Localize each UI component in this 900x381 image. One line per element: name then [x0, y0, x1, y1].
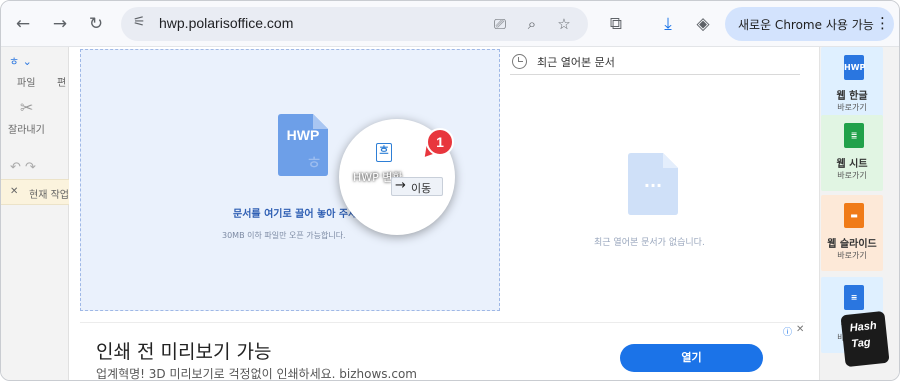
app-logo-icon: ㅎ ⌄	[9, 55, 32, 68]
zoom-icon[interactable]: ⌕	[521, 13, 543, 35]
chrome-update-label: 새로운 Chrome 사용 가능	[738, 18, 874, 32]
bookmark-star-icon[interactable]: ☆	[553, 13, 575, 35]
web-word-icon: ≡	[844, 285, 864, 310]
tab-file[interactable]: 파일	[17, 74, 35, 89]
browser-window: ← → ↻ ⚟ hwp.polarisoffice.com ⎚ ⌕ ☆ ⧉ ⤓ …	[0, 0, 900, 381]
web-hangul-icon: HWP	[844, 55, 865, 80]
back-arrow-icon[interactable]: ←	[11, 12, 35, 36]
app-card-shortcut: 바로가기	[837, 103, 867, 112]
app-card-name: 웹 슬라이드	[827, 239, 877, 250]
drop-title: 문서를 여기로 끌어 놓아 주세요	[233, 209, 367, 220]
close-icon[interactable]: ✕	[10, 186, 18, 197]
site-info-icon[interactable]: ⚟	[133, 14, 146, 30]
app-card-name: 웹 시트	[836, 159, 868, 170]
app-card-shortcut: 바로가기	[837, 171, 867, 180]
extensions-icon[interactable]: ⧉	[604, 12, 628, 36]
browser-toolbar: ← → ↻ ⚟ hwp.polarisoffice.com ⎚ ⌕ ☆ ⧉ ⤓ …	[1, 1, 899, 47]
hwp-file-icon: HWP ㅎ	[278, 114, 328, 176]
chrome-update-button[interactable]: 새로운 Chrome 사용 가능 ⋮	[725, 7, 894, 41]
ad-headline[interactable]: 인쇄 전 미리보기 가능	[96, 337, 271, 364]
install-app-icon[interactable]: ⎚	[489, 13, 511, 35]
drop-subtitle: 30MB 이하 파일만 오픈 가능합니다.	[222, 231, 346, 240]
app-card-shortcut: 바로가기	[837, 251, 867, 260]
move-label: 이동	[411, 182, 432, 195]
undo-icon[interactable]: ↶ ↷	[10, 160, 36, 175]
recent-docs-title: 최근 열어본 문서	[537, 56, 615, 69]
menu-kebab-icon[interactable]: ⋮	[875, 14, 890, 32]
editor-left-panel: ㅎ ⌄ 파일 편 ✂ 잘라내기 ↶ ↷ ✕ 현재 작업	[1, 47, 69, 380]
app-card-web-sheet[interactable]: ≣ 웹 시트 바로가기	[821, 115, 883, 191]
ad-info-icon[interactable]: ⓘ	[783, 325, 792, 338]
ad-open-button[interactable]: 열기	[620, 344, 763, 372]
scissors-icon[interactable]: ✂	[20, 98, 33, 117]
app-card-web-hangul[interactable]: HWP 웹 한글 바로가기	[821, 47, 883, 123]
hashtag-watermark-logo: Hash Tag	[840, 310, 890, 368]
step-badge: 1	[426, 128, 454, 156]
arrow-right-icon: →	[395, 178, 406, 193]
move-tooltip: → 이동	[391, 177, 443, 196]
app-card-name: 웹 한글	[836, 91, 868, 102]
web-sheet-icon: ≣	[844, 123, 864, 148]
clock-icon	[512, 54, 527, 69]
reload-icon[interactable]: ↻	[84, 12, 108, 36]
watermark-line2: Tag	[850, 336, 872, 351]
url-text[interactable]: hwp.polarisoffice.com	[159, 15, 293, 31]
web-slide-icon: ▬	[844, 203, 864, 228]
recent-empty-text: 최근 열어본 문서가 없습니다.	[594, 238, 705, 248]
notice-bar: ✕ 현재 작업	[1, 179, 69, 205]
watermark-line1: Hash	[849, 319, 878, 335]
ad-close-icon[interactable]: ✕	[796, 324, 804, 335]
cut-label: 잘라내기	[8, 125, 45, 136]
profile-icon[interactable]: ◈	[691, 12, 715, 36]
recent-docs-header: 최근 열어본 문서	[510, 51, 800, 75]
empty-document-icon: ···	[628, 153, 678, 215]
download-icon[interactable]: ⤓	[656, 12, 680, 36]
hwp-glyph: ㅎ	[306, 153, 323, 174]
forward-arrow-icon[interactable]: →	[48, 12, 72, 36]
notice-text: 현재 작업	[29, 190, 69, 201]
app-card-web-slide[interactable]: ▬ 웹 슬라이드 바로가기	[821, 195, 883, 271]
hwp-badge-text: HWP	[287, 127, 320, 143]
ad-banner[interactable]: 인쇄 전 미리보기 가능 업계혁명! 3D 미리보기로 걱정없이 인쇄하세요. …	[80, 322, 805, 380]
dragged-file-icon: 흐	[376, 143, 392, 162]
ad-description[interactable]: 업계혁명! 3D 미리보기로 걱정없이 인쇄하세요. bizhows.com	[96, 365, 417, 380]
tab-edit[interactable]: 편	[57, 74, 66, 89]
doc-dots: ···	[644, 176, 662, 195]
address-bar[interactable]: ⚟ hwp.polarisoffice.com ⎚ ⌕ ☆	[121, 7, 588, 41]
